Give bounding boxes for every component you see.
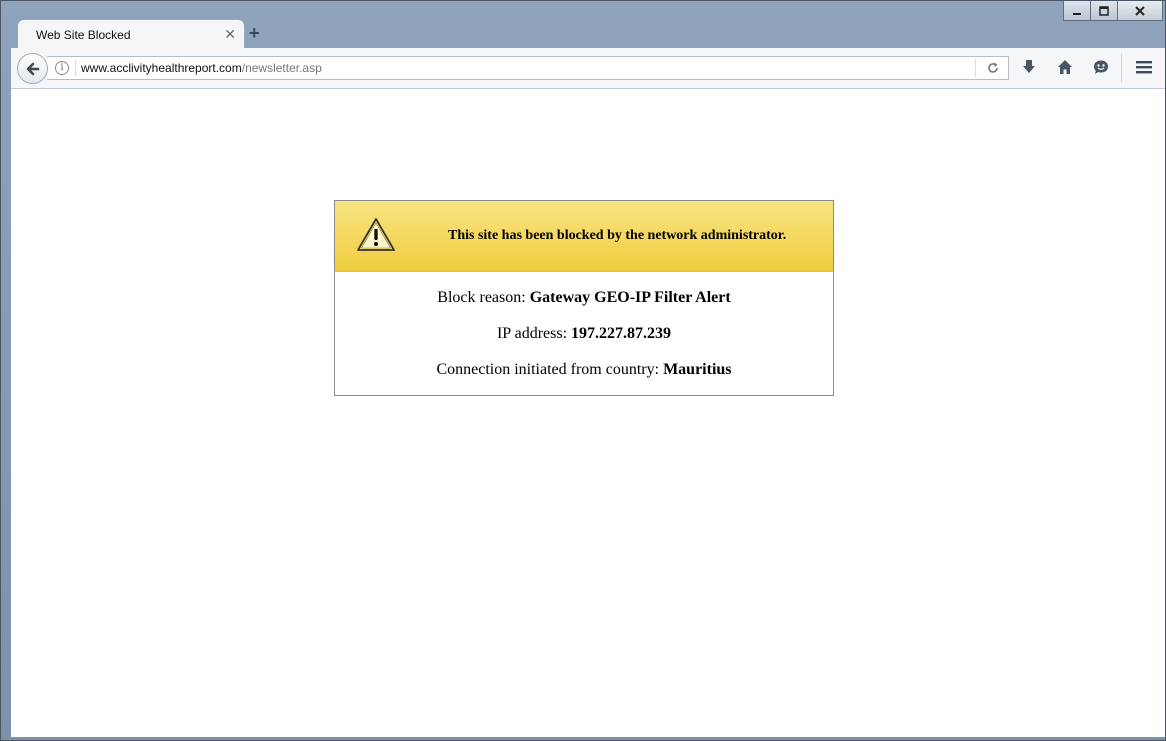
ip-address-row: IP address: 197.227.87.239 — [335, 309, 833, 345]
new-tab-plus-icon[interactable]: + — [249, 24, 260, 42]
country-row: Connection initiated from country: Mauri… — [335, 345, 833, 381]
hamburger-menu-icon[interactable] — [1135, 59, 1153, 75]
block-reason-value: Gateway GEO-IP Filter Alert — [529, 289, 731, 306]
tab-title: Web Site Blocked — [36, 28, 131, 42]
country-label: Connection initiated from country: — [436, 361, 664, 378]
block-reason-row: Block reason: Gateway GEO-IP Filter Aler… — [335, 272, 833, 309]
maximize-icon — [1099, 5, 1109, 16]
back-arrow-icon — [26, 62, 39, 75]
ip-address-label: IP address: — [496, 325, 572, 342]
ip-address-value: 197.227.87.239 — [571, 325, 672, 342]
country-value: Mauritius — [663, 361, 732, 378]
download-icon[interactable] — [1021, 59, 1037, 75]
info-icon[interactable]: i — [55, 61, 69, 75]
url-domain: www.acclivityhealthreport.com — [81, 61, 242, 75]
block-notice-body: Block reason: Gateway GEO-IP Filter Aler… — [335, 272, 833, 381]
tab-web-site-blocked[interactable]: Web Site Blocked ✕ — [17, 19, 245, 49]
page-content: This site has been blocked by the networ… — [11, 89, 1165, 737]
browser-window: Web Site Blocked ✕ + i www.acclivityheal… — [0, 0, 1166, 741]
block-notice-title: This site has been blocked by the networ… — [448, 228, 787, 243]
url-path: /newsletter.asp — [241, 61, 322, 75]
menu-separator — [1121, 54, 1122, 82]
tab-strip: Web Site Blocked ✕ + — [11, 15, 1165, 49]
tab-close-icon[interactable]: ✕ — [224, 27, 236, 41]
url-separator — [75, 60, 76, 76]
home-icon[interactable] — [1057, 59, 1073, 75]
url-text: www.acclivityhealthreport.com/newsletter… — [81, 61, 322, 75]
block-notice: This site has been blocked by the networ… — [334, 200, 834, 396]
navigation-bar: i www.acclivityhealthreport.com/newslett… — [11, 48, 1165, 89]
reload-icon[interactable] — [986, 61, 1000, 75]
url-bar[interactable]: i www.acclivityhealthreport.com/newslett… — [47, 56, 1009, 80]
reload-separator — [975, 59, 976, 77]
warning-icon — [357, 218, 395, 251]
block-notice-header: This site has been blocked by the networ… — [335, 201, 833, 272]
block-reason-label: Block reason: — [437, 289, 530, 306]
minimize-icon — [1073, 12, 1081, 15]
hello-icon[interactable] — [1093, 59, 1109, 75]
back-button[interactable] — [17, 53, 48, 84]
